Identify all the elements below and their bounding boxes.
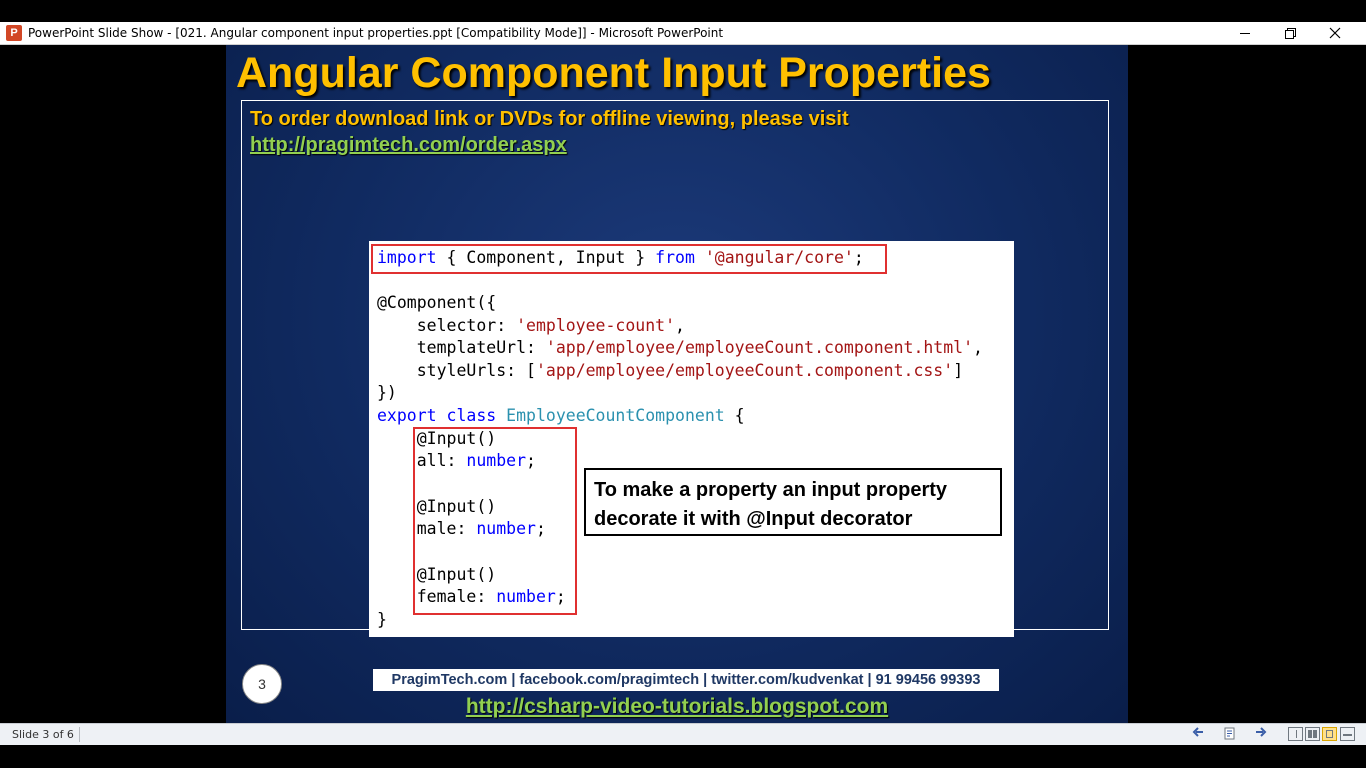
slide-sorter-view-button[interactable]	[1305, 727, 1320, 741]
close-button[interactable]	[1312, 22, 1358, 44]
slide-sorter-view-icon	[1308, 730, 1317, 738]
next-slide-button[interactable]	[1252, 727, 1270, 742]
close-icon	[1329, 27, 1341, 39]
slideshow-view-button[interactable]	[1340, 727, 1355, 741]
order-text: To order download link or DVDs for offli…	[250, 108, 849, 130]
window-title: PowerPoint Slide Show - [021. Angular co…	[28, 26, 724, 40]
input-highlight-box	[413, 427, 577, 615]
footer-link[interactable]: http://csharp-video-tutorials.blogspot.c…	[226, 695, 1128, 719]
callout-box: To make a property an input property dec…	[584, 468, 1002, 536]
status-divider	[79, 727, 80, 742]
minimize-icon	[1240, 32, 1250, 34]
slide[interactable]: Angular Component Input Properties To or…	[226, 45, 1128, 723]
callout-line-2: decorate it with @Input decorator	[594, 508, 913, 530]
code-line-template-url: templateUrl: 'app/employee/employeeCount…	[377, 338, 983, 357]
powerpoint-icon[interactable]: P	[6, 25, 22, 41]
restore-button[interactable]	[1267, 22, 1313, 44]
footer-contact-bar: PragimTech.com | facebook.com/pragimtech…	[373, 669, 999, 691]
window-title-bar: P PowerPoint Slide Show - [021. Angular …	[0, 22, 1366, 45]
slideshow-view-icon	[1343, 730, 1352, 736]
status-bar: Slide 3 of 6	[0, 723, 1366, 745]
previous-slide-button[interactable]	[1189, 727, 1207, 742]
code-line-class-close: }	[377, 610, 387, 629]
code-line-selector: selector: 'employee-count',	[377, 316, 685, 335]
callout-line-1: To make a property an input property	[594, 479, 948, 501]
next-slide-icon	[1256, 727, 1267, 737]
restore-icon	[1285, 28, 1296, 39]
reading-view-icon	[1326, 730, 1333, 738]
code-line-decorator: @Component({	[377, 293, 497, 312]
code-line-style-urls: styleUrls: ['app/employee/employeeCount.…	[377, 361, 964, 380]
notes-button[interactable]	[1221, 727, 1239, 742]
reading-view-button[interactable]	[1322, 727, 1337, 741]
notes-icon	[1224, 727, 1235, 740]
slide-title: Angular Component Input Properties	[236, 49, 991, 97]
order-link[interactable]: http://pragimtech.com/order.aspx	[250, 134, 567, 157]
code-line-class: export class EmployeeCountComponent {	[377, 406, 745, 425]
previous-slide-icon	[1192, 727, 1203, 737]
code-panel: import { Component, Input } from '@angul…	[369, 241, 1014, 637]
import-highlight-box	[371, 244, 887, 274]
content-frame: To order download link or DVDs for offli…	[241, 100, 1109, 637]
slide-status: Slide 3 of 6	[12, 728, 74, 741]
normal-view-button[interactable]	[1288, 727, 1303, 741]
minimize-button[interactable]	[1222, 22, 1268, 44]
normal-view-icon	[1291, 730, 1297, 738]
code-line-decorator-close: })	[377, 383, 397, 402]
